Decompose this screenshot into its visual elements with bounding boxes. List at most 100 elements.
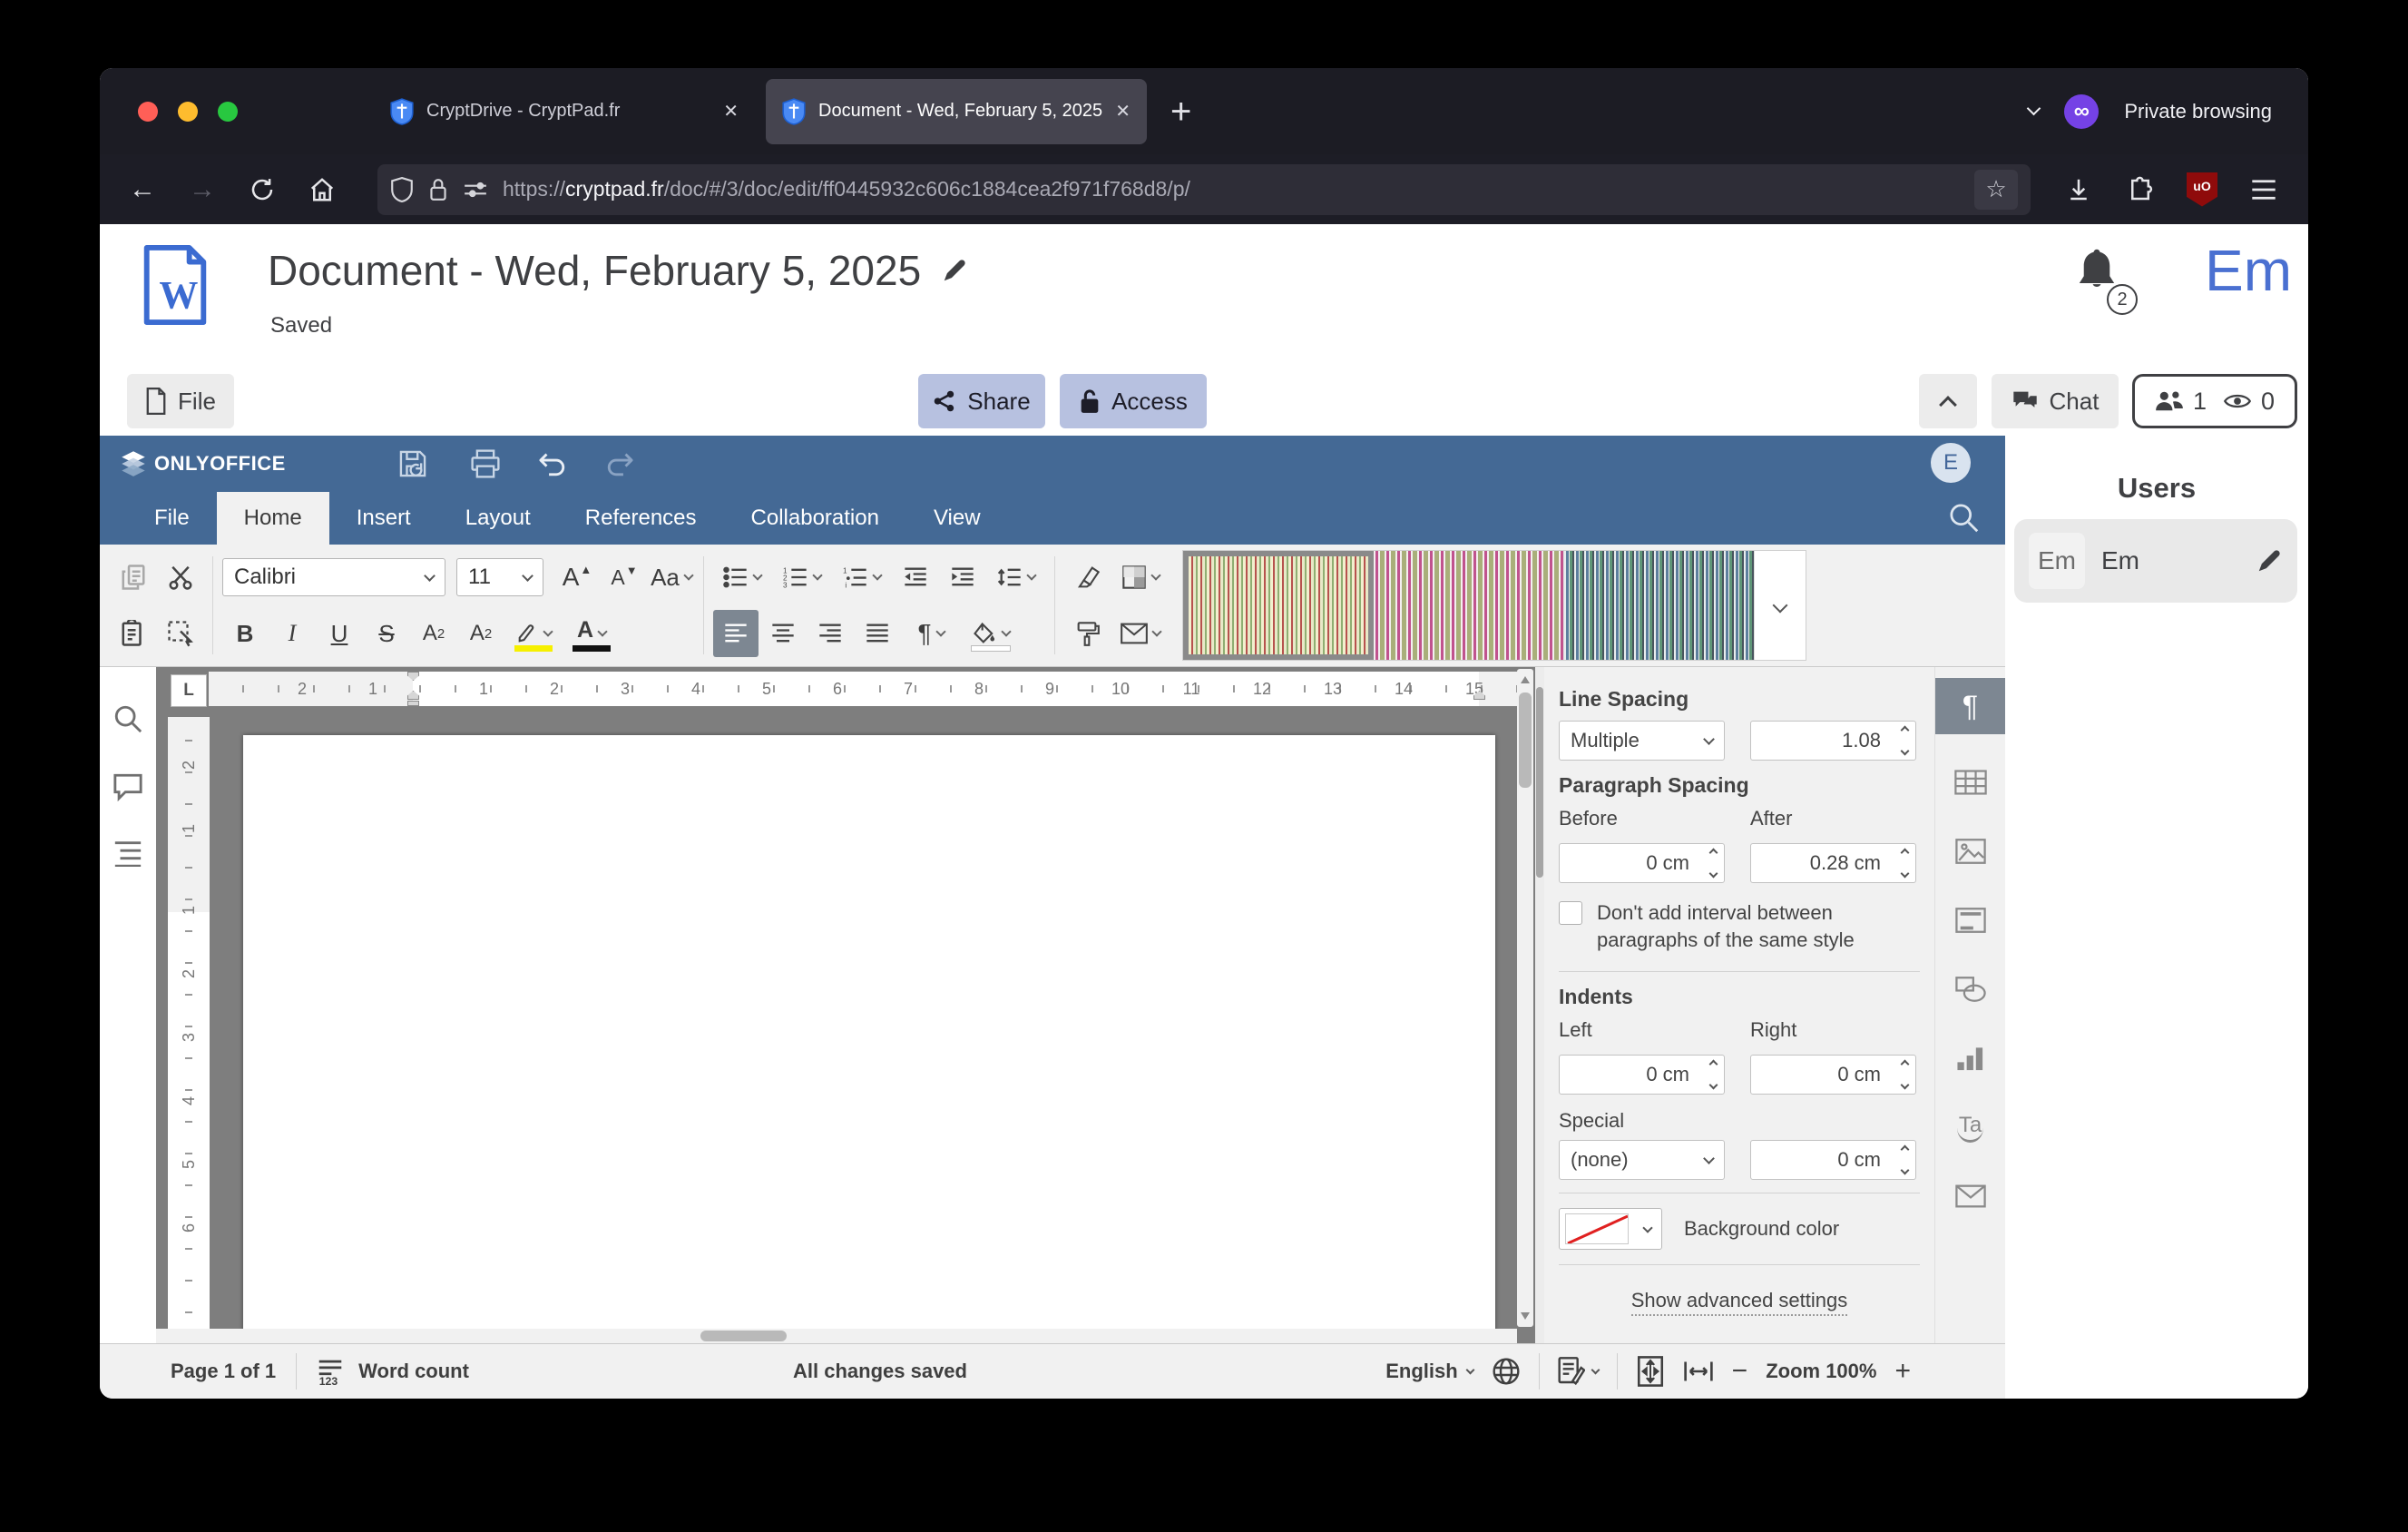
interval-checkbox[interactable] [1559, 901, 1582, 925]
highlight-color-button[interactable] [505, 610, 562, 657]
vertical-scroll-thumb[interactable] [1519, 692, 1532, 788]
table-settings-tab[interactable] [1935, 754, 2006, 810]
menu-tab-home[interactable]: Home [217, 492, 329, 545]
strikethrough-button[interactable]: S [364, 610, 409, 657]
spin-up-icon[interactable] [1901, 1145, 1910, 1154]
find-icon[interactable] [113, 703, 143, 734]
save-button[interactable] [384, 440, 442, 487]
zoom-level[interactable]: Zoom 100% [1766, 1360, 1876, 1383]
redo-button[interactable] [591, 440, 649, 487]
indent-right-spinner[interactable]: 0 cm [1750, 1055, 1916, 1095]
menu-hamburger-button[interactable] [2237, 165, 2290, 214]
special-indent-select[interactable]: (none) [1559, 1140, 1725, 1180]
copy-button[interactable] [111, 554, 156, 601]
spin-down-icon[interactable] [1901, 1081, 1910, 1090]
superscript-button[interactable]: A2 [411, 610, 456, 657]
spin-up-icon[interactable] [1901, 1060, 1910, 1069]
style-preview-heading[interactable] [1564, 551, 1755, 660]
fit-to-page-icon[interactable] [1636, 1356, 1665, 1387]
maximize-window-button[interactable] [218, 102, 238, 122]
lock-icon[interactable] [428, 177, 448, 202]
underline-button[interactable]: U [317, 610, 362, 657]
url-bar[interactable]: https://cryptpad.fr/doc/#/3/doc/edit/ff0… [377, 164, 2031, 215]
chart-settings-tab[interactable] [1935, 1030, 2006, 1086]
url-text[interactable]: https://cryptpad.fr/doc/#/3/doc/edit/ff0… [503, 177, 1960, 201]
textart-settings-tab[interactable]: Ta [1935, 1099, 2006, 1155]
background-color-picker[interactable] [1559, 1208, 1662, 1250]
word-count-button[interactable]: Word count [358, 1360, 469, 1383]
document-title[interactable]: Document - Wed, February 5, 2025 [268, 246, 921, 295]
style-preview-no-spacing[interactable] [1374, 551, 1564, 660]
clear-style-button[interactable] [1064, 554, 1110, 601]
menu-tab-layout[interactable]: Layout [438, 492, 558, 545]
tab-stop-selector[interactable]: L [171, 674, 207, 707]
undo-button[interactable] [524, 440, 582, 487]
presence-indicator[interactable]: 1 0 [2132, 374, 2297, 428]
downloads-button[interactable] [2052, 165, 2105, 214]
style-gallery-expand-button[interactable] [1755, 551, 1806, 660]
header-footer-settings-tab[interactable] [1935, 892, 2006, 948]
horizontal-ruler[interactable]: 21 123456789101112131415 [209, 672, 1517, 706]
zoom-out-button[interactable]: − [1732, 1356, 1748, 1387]
decrease-indent-button[interactable] [893, 554, 938, 601]
cut-button[interactable] [158, 554, 203, 601]
mail-merge-button[interactable] [1111, 610, 1170, 657]
menu-tab-file[interactable]: File [127, 492, 217, 545]
new-tab-button[interactable]: + [1170, 93, 1191, 130]
spacing-after-spinner[interactable]: 0.28 cm [1750, 843, 1916, 883]
comments-icon[interactable] [113, 772, 143, 801]
chat-button[interactable]: Chat [1992, 374, 2119, 428]
paste-button[interactable] [111, 610, 156, 657]
menu-tab-view[interactable]: View [906, 492, 1008, 545]
spin-up-icon[interactable] [1709, 1060, 1718, 1069]
multilevel-list-button[interactable]: 1i [833, 554, 891, 601]
scroll-down-arrow[interactable] [1521, 1312, 1530, 1320]
collaborator-avatar[interactable]: E [1931, 443, 1971, 483]
set-language-globe-icon[interactable] [1492, 1357, 1521, 1386]
spell-check-button[interactable] [1558, 1357, 1599, 1386]
font-color-button[interactable]: A [563, 610, 620, 657]
ublock-origin-button[interactable]: uO [2176, 165, 2228, 214]
line-spacing-button[interactable] [987, 554, 1045, 601]
subscript-button[interactable]: A2 [458, 610, 504, 657]
language-selector[interactable]: English [1385, 1360, 1473, 1383]
italic-button[interactable]: I [269, 610, 315, 657]
spin-up-icon[interactable] [1901, 726, 1910, 735]
decrease-font-size-button[interactable]: A▼ [602, 554, 647, 601]
menu-tab-references[interactable]: References [558, 492, 724, 545]
bookmark-star-icon[interactable]: ☆ [1974, 170, 2018, 210]
tracking-shield-icon[interactable] [390, 177, 414, 202]
spin-up-icon[interactable] [1709, 849, 1718, 858]
align-center-button[interactable] [760, 610, 806, 657]
horizontal-scroll-thumb[interactable] [700, 1331, 787, 1341]
spin-down-icon[interactable] [1901, 747, 1910, 756]
vertical-ruler[interactable]: 21 123456 [168, 717, 210, 1343]
close-tab-icon[interactable]: ✕ [723, 100, 739, 123]
align-left-button[interactable] [713, 610, 759, 657]
tab-document-active[interactable]: Document - Wed, February 5, 2025 ✕ [766, 79, 1147, 144]
menu-tab-insert[interactable]: Insert [329, 492, 438, 545]
spin-down-icon[interactable] [1709, 1081, 1718, 1090]
indent-left-spinner[interactable]: 0 cm [1559, 1055, 1725, 1095]
spin-down-icon[interactable] [1901, 1166, 1910, 1175]
outline-icon[interactable] [113, 840, 143, 867]
close-tab-icon[interactable]: ✕ [1115, 100, 1131, 123]
file-menu-button[interactable]: File [127, 374, 234, 428]
close-window-button[interactable] [138, 102, 158, 122]
increase-indent-button[interactable] [940, 554, 985, 601]
show-advanced-settings-link[interactable]: Show advanced settings [1631, 1289, 1848, 1316]
page-indicator[interactable]: Page 1 of 1 [171, 1360, 276, 1383]
access-button[interactable]: Access [1060, 374, 1207, 428]
spin-down-icon[interactable] [1709, 869, 1718, 879]
menu-tab-collaboration[interactable]: Collaboration [724, 492, 906, 545]
justify-button[interactable] [855, 610, 900, 657]
search-button[interactable] [1947, 501, 1980, 534]
document-page[interactable] [243, 735, 1495, 1343]
special-amount-spinner[interactable]: 0 cm [1750, 1140, 1916, 1180]
collapse-toolbar-button[interactable] [1919, 374, 1977, 428]
bold-button[interactable]: B [222, 610, 268, 657]
nonprinting-characters-button[interactable]: ¶ [902, 610, 960, 657]
fit-to-width-icon[interactable] [1683, 1359, 1714, 1384]
scroll-up-arrow[interactable] [1521, 676, 1530, 683]
spin-up-icon[interactable] [1901, 849, 1910, 858]
